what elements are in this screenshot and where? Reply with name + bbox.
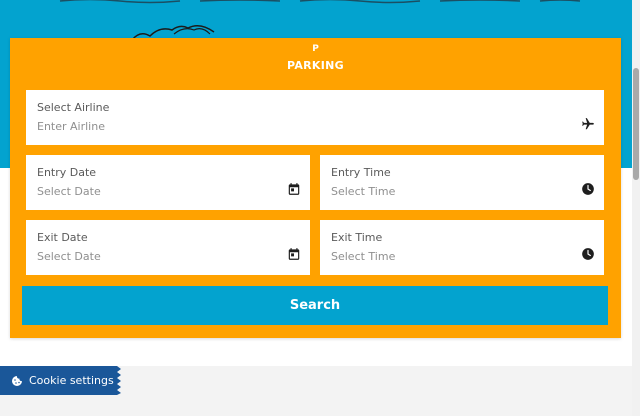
calendar-icon[interactable] (287, 182, 301, 196)
airline-field[interactable]: Select Airline (26, 90, 604, 145)
search-button[interactable]: Search (22, 286, 608, 325)
clock-icon[interactable] (581, 182, 595, 196)
calendar-icon[interactable] (287, 247, 301, 261)
exit-time-label: Exit Time (331, 231, 383, 244)
exit-time-input[interactable] (331, 250, 567, 263)
entry-time-label: Entry Time (331, 166, 391, 179)
parking-icon: P (312, 44, 319, 54)
cookie-settings-label: Cookie settings (29, 374, 114, 387)
cookie-icon (12, 375, 22, 386)
airline-input[interactable] (37, 120, 567, 133)
entry-date-field[interactable]: Entry Date (26, 155, 310, 210)
entry-time-field[interactable]: Entry Time (320, 155, 604, 210)
entry-date-label: Entry Date (37, 166, 97, 179)
airplane-icon (582, 118, 594, 130)
exit-date-input[interactable] (37, 250, 273, 263)
exit-time-field[interactable]: Exit Time (320, 220, 604, 275)
exit-date-label: Exit Date (37, 231, 88, 244)
entry-date-input[interactable] (37, 185, 273, 198)
clock-icon[interactable] (581, 247, 595, 261)
airline-label: Select Airline (37, 101, 110, 114)
exit-date-field[interactable]: Exit Date (26, 220, 310, 275)
entry-time-input[interactable] (331, 185, 567, 198)
scrollbar[interactable] (632, 0, 640, 416)
cookie-settings-button[interactable]: Cookie settings (0, 366, 121, 395)
hero-text-fragment (59, 0, 581, 4)
card-title: PARKING (287, 59, 344, 72)
scrollbar-thumb[interactable] (633, 68, 639, 180)
